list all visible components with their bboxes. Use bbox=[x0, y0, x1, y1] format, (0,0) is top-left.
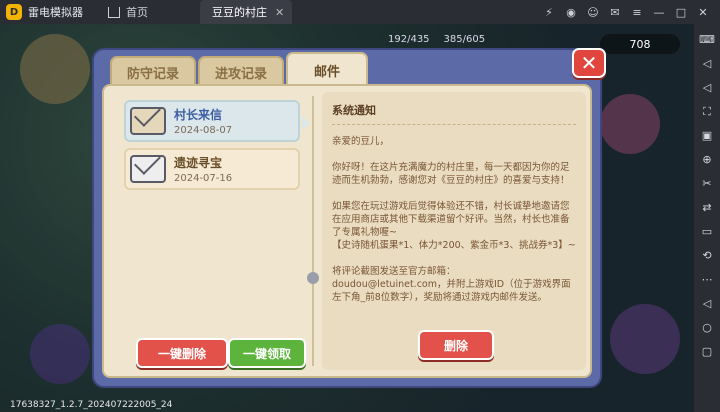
home-icon bbox=[108, 6, 120, 18]
more-icon[interactable]: ⋯ bbox=[698, 271, 716, 289]
apk-icon[interactable]: ⊕ bbox=[698, 151, 716, 169]
user-icon[interactable]: ☺ bbox=[582, 6, 604, 19]
mail-item[interactable]: 村长来信 2024-08-07 bbox=[124, 100, 300, 142]
menu-icon[interactable]: ≡ bbox=[626, 6, 648, 19]
sync-icon[interactable]: ⇄ bbox=[698, 199, 716, 217]
bolt-icon[interactable]: ⚡ bbox=[538, 6, 560, 19]
volume-up-icon[interactable]: ◁ bbox=[698, 55, 716, 73]
tab-home-label: 首页 bbox=[126, 6, 148, 19]
tab-attack-record[interactable]: 进攻记录 bbox=[198, 56, 284, 86]
selection-arrow-icon bbox=[302, 116, 310, 130]
resource-stat: 385/605 bbox=[443, 34, 486, 45]
back-icon[interactable]: ◁ bbox=[698, 295, 716, 313]
close-icon[interactable]: ✕ bbox=[692, 6, 714, 19]
tab-close-icon[interactable]: ✕ bbox=[275, 6, 284, 19]
app-title: 雷电模拟器 bbox=[28, 6, 83, 19]
tab-defense-record[interactable]: 防守记录 bbox=[110, 56, 196, 86]
mail-body: 系统通知 亲爱的豆儿， 你好呀！在这片充满魔力的村庄里，每一天都因为你的足迹而生… bbox=[322, 92, 586, 370]
delete-button[interactable]: 删除 bbox=[418, 330, 494, 360]
emulator-logo-icon: D bbox=[6, 4, 22, 20]
mail-item[interactable]: 遗迹寻宝 2024-07-16 bbox=[124, 148, 300, 190]
panel-divider bbox=[312, 96, 314, 366]
game-viewport: 192/435 385/605 708 17638327_1.2.7_20240… bbox=[0, 24, 694, 412]
volume-down-icon[interactable]: ◁ bbox=[698, 79, 716, 97]
mail-panel: 村长来信 2024-08-07 遗迹寻宝 2024-07-16 一键删除 一键领… bbox=[102, 84, 592, 378]
tab-mail[interactable]: 邮件 bbox=[286, 52, 368, 86]
mail-dialog: 防守记录 进攻记录 邮件 ✕ 村长来信 2024-08-07 遗迹寻宝 2024… bbox=[92, 48, 606, 388]
tab-game-label: 豆豆的村庄 bbox=[212, 6, 267, 19]
resource-stat: 192/435 bbox=[388, 34, 430, 45]
mail-icon[interactable]: ✉ bbox=[604, 6, 626, 19]
minimize-icon[interactable]: — bbox=[648, 6, 670, 19]
screenshot-icon[interactable]: ⛶ bbox=[698, 103, 716, 121]
divider-handle[interactable] bbox=[307, 272, 319, 284]
folder-icon[interactable]: ▭ bbox=[698, 223, 716, 241]
scissors-icon[interactable]: ✂ bbox=[698, 175, 716, 193]
keyboard-icon[interactable]: ⌨ bbox=[698, 31, 716, 49]
emulator-sidebar: ⌨ ◁ ◁ ⛶ ▣ ⊕ ✂ ⇄ ▭ ⟲ ⋯ ◁ ○ ▢ bbox=[694, 24, 720, 412]
emulator-titlebar: D 雷电模拟器 首页 豆豆的村庄 ✕ ⚡ ◉ ☺ ✉ ≡ — □ ✕ bbox=[0, 0, 720, 24]
mail-date: 2024-08-07 bbox=[174, 125, 233, 136]
mail-title: 村长来信 bbox=[174, 108, 223, 122]
close-button[interactable]: ✕ bbox=[572, 48, 606, 78]
home-nav-icon[interactable]: ○ bbox=[698, 319, 716, 337]
recents-icon[interactable]: ▢ bbox=[698, 343, 716, 361]
mail-content: 亲爱的豆儿， 你好呀！在这片充满魔力的村庄里，每一天都因为你的足迹而生机勃勃，感… bbox=[332, 136, 576, 303]
build-id: 17638327_1.2.7_202407222005_24 bbox=[10, 400, 173, 410]
envelope-open-icon bbox=[130, 107, 166, 135]
tab-game[interactable]: 豆豆的村庄 ✕ bbox=[200, 0, 292, 24]
mail-sender: 系统通知 bbox=[332, 102, 576, 125]
shake-icon[interactable]: ⟲ bbox=[698, 247, 716, 265]
envelope-icon bbox=[130, 155, 166, 183]
record-icon[interactable]: ▣ bbox=[698, 127, 716, 145]
titlebar-controls: ⚡ ◉ ☺ ✉ ≡ — □ ✕ bbox=[538, 6, 720, 19]
claim-all-button[interactable]: 一键领取 bbox=[228, 338, 306, 368]
mail-date: 2024-07-16 bbox=[174, 173, 233, 184]
gamepad-icon[interactable]: ◉ bbox=[560, 6, 582, 19]
maximize-icon[interactable]: □ bbox=[670, 6, 692, 19]
gem-counter: 708 bbox=[600, 34, 680, 54]
tab-home[interactable]: 首页 bbox=[100, 0, 200, 24]
delete-all-button[interactable]: 一键删除 bbox=[136, 338, 228, 368]
mail-list: 村长来信 2024-08-07 遗迹寻宝 2024-07-16 一键删除 一键领… bbox=[114, 92, 318, 372]
mail-title: 遗迹寻宝 bbox=[174, 156, 223, 170]
resource-stats: 192/435 385/605 bbox=[388, 34, 485, 45]
